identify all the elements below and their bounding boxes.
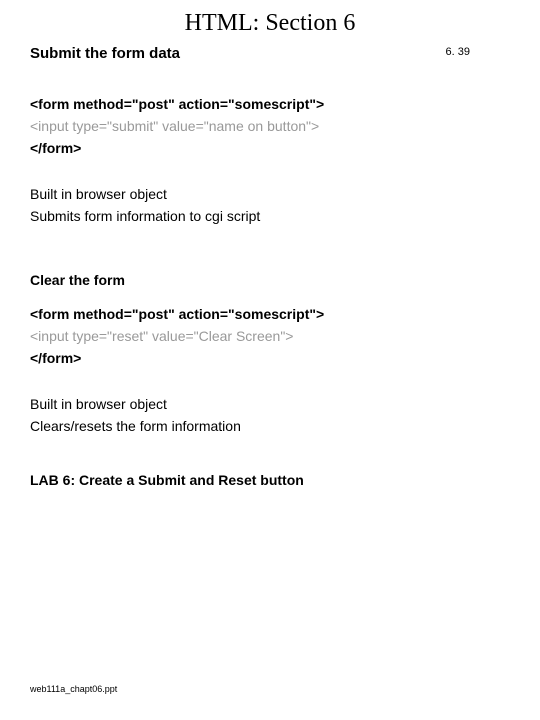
section2-codeblock: <form method="post" action="somescript">… (30, 306, 510, 366)
section2-heading: Clear the form (30, 272, 510, 288)
page-number: 6. 39 (446, 46, 470, 58)
section1-codeblock: <form method="post" action="somescript">… (30, 96, 510, 156)
code-line: <input type="reset" value="Clear Screen"… (30, 328, 510, 344)
code-line: <form method="post" action="somescript"> (30, 306, 510, 322)
footer-filename: web111a_chapt06.ppt (30, 684, 117, 694)
lab-heading: LAB 6: Create a Submit and Reset button (30, 472, 510, 488)
section1-heading: Submit the form data (30, 45, 510, 62)
code-line: </form> (30, 140, 510, 156)
slide-content: HTML: Section 6 6. 39 Submit the form da… (0, 0, 540, 720)
page-title: HTML: Section 6 (30, 10, 510, 37)
text-line: Clears/resets the form information (30, 418, 510, 434)
text-line: Submits form information to cgi script (30, 208, 510, 224)
code-line: <input type="submit" value="name on butt… (30, 118, 510, 134)
text-line: Built in browser object (30, 396, 510, 412)
code-line: </form> (30, 350, 510, 366)
text-line: Built in browser object (30, 186, 510, 202)
code-line: <form method="post" action="somescript"> (30, 96, 510, 112)
